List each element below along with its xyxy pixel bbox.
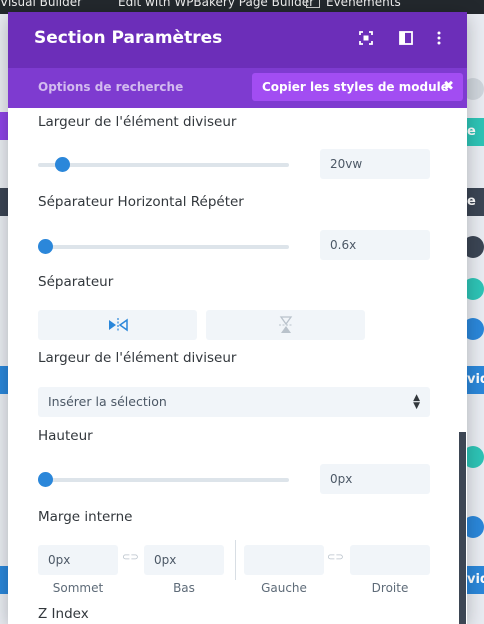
settings-content: Largeur de l'élément diviseur 20vw Sépar… (8, 108, 467, 624)
modal-header[interactable]: Section Paramètres (8, 12, 467, 68)
bg-blue-strip-right: vid (466, 366, 484, 394)
bg-dark-strip-right: e (466, 188, 484, 216)
bg-blue-strip-right-2: vid (466, 566, 484, 594)
padding-bottom-caption: Bas (173, 581, 195, 595)
divider-width-slider-thumb[interactable] (55, 157, 70, 172)
bg-teal-strip: e (466, 118, 484, 146)
copy-module-styles-button[interactable]: Copier les styles de module ✖ (252, 73, 463, 101)
split-view-icon[interactable] (397, 31, 415, 49)
admin-bar-visual-builder[interactable]: Visual Builder (0, 0, 82, 9)
select-arrows-icon: ▲ ▼ (413, 393, 420, 411)
height-slider[interactable] (38, 472, 289, 487)
search-options-tab[interactable]: Options de recherche (38, 80, 183, 94)
divider-width-label: Largeur de l'élément diviseur (38, 114, 237, 130)
separator-label: Séparateur (38, 274, 114, 290)
section-settings-modal: Section Paramètres Options de recherche … (8, 12, 467, 624)
height-input[interactable]: 0px (320, 464, 430, 494)
horizontal-repeat-slider[interactable] (38, 239, 289, 254)
divider-width-input[interactable]: 20vw (320, 149, 430, 179)
page-scrollbar[interactable] (459, 432, 466, 624)
flip-horizontal-icon (108, 318, 128, 332)
padding-divider (235, 540, 236, 580)
padding-link-icon-2[interactable]: ⊂⊃ (327, 552, 344, 563)
modal-title: Section Paramètres (34, 28, 223, 48)
padding-label: Marge interne (38, 509, 133, 525)
padding-top-input[interactable]: 0px (38, 545, 118, 575)
copy-module-styles-label: Copier les styles de module (262, 80, 449, 94)
horizontal-repeat-input[interactable]: 0.6x (320, 230, 430, 260)
divider-arrangement-select[interactable]: Insérer la sélection ▲ ▼ (38, 387, 430, 417)
padding-right-input[interactable] (350, 545, 430, 575)
height-slider-thumb[interactable] (38, 472, 53, 487)
calendar-icon (306, 0, 320, 8)
padding-top-caption: Sommet (52, 581, 104, 595)
bg-purple-strip (0, 112, 8, 140)
bg-blue-strip-left (0, 366, 8, 394)
horizontal-repeat-label: Séparateur Horizontal Répéter (38, 194, 244, 210)
fullscreen-icon[interactable] (357, 31, 375, 49)
padding-left-input[interactable] (244, 545, 324, 575)
height-label: Hauteur (38, 428, 93, 444)
bg-dark-strip (0, 188, 8, 216)
divider-width-slider[interactable] (38, 157, 289, 172)
padding-bottom-input[interactable]: 0px (144, 545, 224, 575)
more-options-icon[interactable] (430, 31, 448, 49)
z-index-label: Z Index (38, 606, 89, 622)
flip-vertical-button[interactable] (206, 310, 365, 340)
close-icon[interactable]: ✖ (443, 73, 454, 101)
admin-bar-wpbakery[interactable]: Edit with WPBakery Page Builder (118, 0, 314, 9)
horizontal-repeat-slider-thumb[interactable] (38, 239, 53, 254)
flip-horizontal-button[interactable] (38, 310, 197, 340)
flip-vertical-icon (278, 316, 293, 333)
bg-blue-strip-left-2 (0, 566, 8, 594)
modal-tabs-bar: Options de recherche Copier les styles d… (8, 68, 467, 108)
padding-right-caption: Droite (371, 581, 409, 595)
padding-left-caption: Gauche (261, 581, 307, 595)
divider-arrangement-label: Largeur de l'élément diviseur (38, 350, 237, 366)
divider-arrangement-value: Insérer la sélection (48, 394, 167, 409)
padding-link-icon[interactable]: ⊂⊃ (122, 552, 139, 563)
admin-bar-events[interactable]: Événements (326, 0, 401, 9)
